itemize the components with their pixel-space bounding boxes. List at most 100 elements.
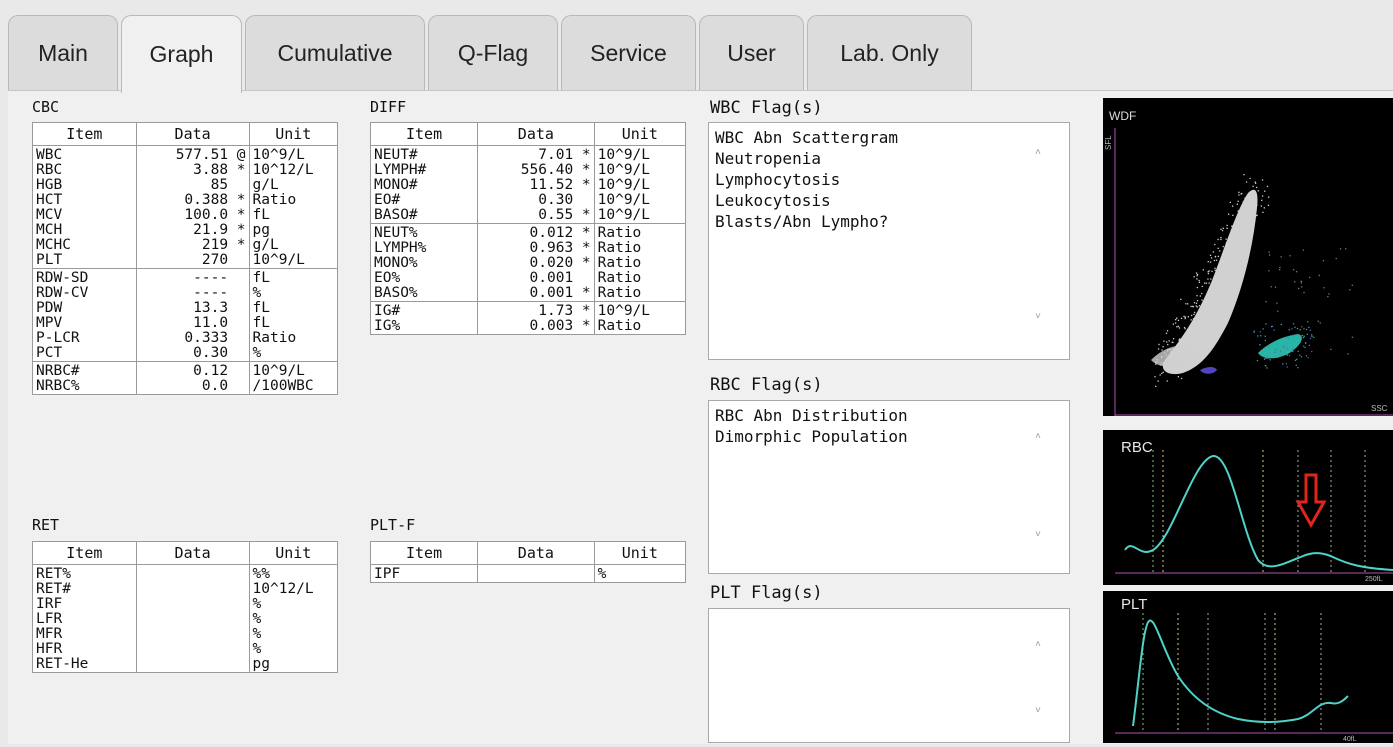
item-cell: RDW-SD [32,268,137,286]
table-row[interactable]: MPV 11.0 fL [32,316,339,331]
plt-flags-list[interactable]: ˄ ˅ [708,608,1070,743]
column-header: Item [369,541,479,565]
scatter-dot [1202,329,1205,331]
scroll-down-icon[interactable]: ˅ [1035,311,1041,323]
table-row[interactable]: RBC 3.88 * 10^12/L [32,163,339,178]
scatter-dot [1304,346,1306,348]
tab-q-flag[interactable]: Q-Flag [428,15,558,90]
table-row[interactable]: BASO# 0.55 * 10^9/L [369,208,687,224]
tab-service[interactable]: Service [561,15,696,90]
table-row[interactable]: LYMPH# 556.40 * 10^9/L [369,163,687,178]
scatter-dot [1263,207,1265,209]
scatter-dot [1263,358,1266,360]
table-row[interactable]: WBC 577.51 @10^9/L [32,145,339,163]
item-cell: MONO# [369,178,479,193]
flag-item[interactable]: Blasts/Abn Lympho? [709,211,1069,232]
scatter-dot [1157,380,1159,382]
table-row[interactable]: MCHC 219 * g/L [32,238,339,253]
unit-cell: Ratio [593,223,687,241]
scatter-dot [1201,285,1203,288]
data-cell [477,564,595,583]
tab-cumulative[interactable]: Cumulative [245,15,425,90]
table-row[interactable]: EO% 0.001 Ratio [369,271,687,286]
table-row[interactable]: RET# 10^12/L [32,582,339,597]
scatter-dot [1322,260,1325,262]
scroll-down-icon[interactable]: ˅ [1035,705,1041,717]
scatter-dot [1254,181,1256,183]
table-row[interactable]: MCH 21.9 * pg [32,223,339,238]
scatter-dot [1307,356,1309,359]
table-row[interactable]: HFR% [32,642,339,657]
table-header-row: Item Data Unit [369,122,687,146]
table-row[interactable]: HCT 0.388 * Ratio [32,193,339,208]
table-row[interactable]: NEUT% 0.012 * Ratio [369,223,687,241]
scatter-dot [1204,282,1206,284]
tab-label: Graph [149,41,214,67]
table-row[interactable]: LYMPH% 0.963 * Ratio [369,241,687,256]
flag-item[interactable]: Lymphocytosis [709,169,1069,190]
scroll-up-icon[interactable]: ˄ [1035,147,1041,159]
item-cell: RBC [32,163,137,178]
scatter-dot [1232,235,1234,237]
plt-plot-label: PLT [1121,596,1147,613]
table-row[interactable]: P-LCR 0.333 Ratio [32,331,339,346]
data-cell: 0.020 * [477,256,595,271]
table-row[interactable]: IG# 1.73 * 10^9/L [369,301,687,319]
scatter-dot [1231,252,1233,254]
scatter-dot [1263,355,1265,357]
table-row[interactable]: RET-He pg [32,657,339,673]
tab-lab-only[interactable]: Lab. Only [807,15,972,90]
scatter-dot [1286,347,1288,350]
table-row[interactable]: IRF% [32,597,339,612]
scatter-dot [1296,327,1299,330]
scatter-dot [1309,276,1311,279]
wbc-flags-list[interactable]: WBC Abn Scattergram Neutropenia Lymphocyto… [708,122,1070,360]
scatter-dot [1301,334,1304,337]
table-row[interactable]: PCT 0.30 % [32,346,339,362]
scatter-dot [1218,286,1220,289]
table-row[interactable]: EO# 0.30 10^9/L [369,193,687,208]
table-row[interactable]: IPF% [369,564,687,583]
rbc-flags-list[interactable]: RBC Abn Distribution Dimorphic Population… [708,400,1070,574]
table-row[interactable]: RET%%% [32,564,339,582]
table-row[interactable]: NRBC% 0.0 /100WBC [32,379,339,395]
scatter-dot [1162,371,1164,373]
table-row[interactable]: MONO# 11.52 * 10^9/L [369,178,687,193]
tab-graph[interactable]: Graph [121,15,242,93]
table-row[interactable]: PDW 13.3 fL [32,301,339,316]
flag-item[interactable]: RBC Abn Distribution [709,405,1069,426]
table-row[interactable]: NRBC# 0.12 10^9/L [32,361,339,379]
scatter-dot [1220,236,1222,239]
unit-cell: 10^9/L [593,193,687,208]
flag-item[interactable]: Dimorphic Population [709,426,1069,447]
scatter-dot [1192,324,1194,326]
tab-user[interactable]: User [699,15,804,90]
table-row[interactable]: MFR% [32,627,339,642]
scroll-up-icon[interactable]: ˄ [1035,639,1041,651]
scatter-dot [1168,348,1170,350]
table-row[interactable]: HGB 85 g/L [32,178,339,193]
flag-item[interactable]: Leukocytosis [709,190,1069,211]
scatter-dot [1266,185,1269,188]
flag-item[interactable]: Neutropenia [709,148,1069,169]
scroll-up-icon[interactable]: ˄ [1035,431,1041,443]
scroll-down-icon[interactable]: ˅ [1035,529,1041,541]
table-row[interactable]: RDW-CV ---- % [32,286,339,301]
scatter-dot [1247,215,1249,217]
table-row[interactable]: MCV 100.0 * fL [32,208,339,223]
table-row[interactable]: NEUT# 7.01 * 10^9/L [369,145,687,163]
scatter-dot [1211,270,1213,272]
scatter-dot [1231,232,1233,234]
table-row[interactable]: MONO% 0.020 * Ratio [369,256,687,271]
flag-item[interactable]: WBC Abn Scattergram [709,127,1069,148]
scatter-dot [1201,309,1203,311]
table-row[interactable]: PLT 270 10^9/L [32,253,339,269]
table-row[interactable]: BASO% 0.001 * Ratio [369,286,687,302]
item-cell: PLT [32,253,137,269]
table-row[interactable]: LFR% [32,612,339,627]
tab-main[interactable]: Main [8,15,118,90]
table-row[interactable]: RDW-SD ---- fL [32,268,339,286]
scatter-dot [1180,317,1183,319]
scatter-dot [1207,315,1209,317]
table-row[interactable]: IG% 0.003 * Ratio [369,319,687,335]
